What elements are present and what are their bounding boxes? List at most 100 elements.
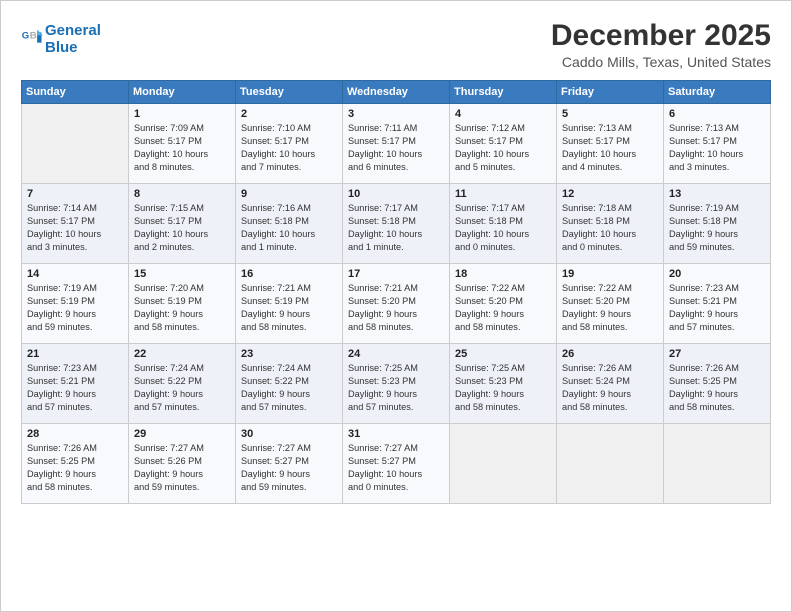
day-detail: Sunrise: 7:16 AMSunset: 5:18 PMDaylight:… bbox=[241, 202, 337, 254]
logo-icon: G B bbox=[21, 28, 43, 50]
day-detail: Sunrise: 7:20 AMSunset: 5:19 PMDaylight:… bbox=[134, 282, 230, 334]
day-number: 15 bbox=[134, 268, 230, 280]
day-number: 24 bbox=[348, 348, 444, 360]
calendar-page: G B General Blue December 2025 Caddo Mil… bbox=[0, 0, 792, 612]
day-header-friday: Friday bbox=[557, 81, 664, 104]
day-number: 14 bbox=[27, 268, 123, 280]
day-detail: Sunrise: 7:14 AMSunset: 5:17 PMDaylight:… bbox=[27, 202, 123, 254]
calendar-cell: 23 Sunrise: 7:24 AMSunset: 5:22 PMDayligh… bbox=[236, 344, 343, 424]
day-number: 22 bbox=[134, 348, 230, 360]
day-number: 7 bbox=[27, 188, 123, 200]
calendar-cell: 19 Sunrise: 7:22 AMSunset: 5:20 PMDayligh… bbox=[557, 264, 664, 344]
main-title: December 2025 bbox=[551, 19, 771, 52]
day-number: 1 bbox=[134, 108, 230, 120]
day-detail: Sunrise: 7:22 AMSunset: 5:20 PMDaylight:… bbox=[562, 282, 658, 334]
day-detail: Sunrise: 7:22 AMSunset: 5:20 PMDaylight:… bbox=[455, 282, 551, 334]
day-header-wednesday: Wednesday bbox=[343, 81, 450, 104]
day-detail: Sunrise: 7:26 AMSunset: 5:25 PMDaylight:… bbox=[27, 442, 123, 494]
day-number: 8 bbox=[134, 188, 230, 200]
day-detail: Sunrise: 7:13 AMSunset: 5:17 PMDaylight:… bbox=[669, 122, 765, 174]
day-detail: Sunrise: 7:25 AMSunset: 5:23 PMDaylight:… bbox=[455, 362, 551, 414]
day-detail: Sunrise: 7:24 AMSunset: 5:22 PMDaylight:… bbox=[241, 362, 337, 414]
day-detail: Sunrise: 7:11 AMSunset: 5:17 PMDaylight:… bbox=[348, 122, 444, 174]
calendar-cell: 27 Sunrise: 7:26 AMSunset: 5:25 PMDayligh… bbox=[664, 344, 771, 424]
calendar-cell: 30Sunrise: 7:27 AMSunset: 5:27 PMDayligh… bbox=[236, 424, 343, 504]
day-number: 27 bbox=[669, 348, 765, 360]
calendar-cell: 20 Sunrise: 7:23 AMSunset: 5:21 PMDayligh… bbox=[664, 264, 771, 344]
day-number: 17 bbox=[348, 268, 444, 280]
calendar-table: SundayMondayTuesdayWednesdayThursdayFrid… bbox=[21, 80, 771, 504]
day-number: 4 bbox=[455, 108, 551, 120]
day-number: 21 bbox=[27, 348, 123, 360]
calendar-cell: 26 Sunrise: 7:26 AMSunset: 5:24 PMDayligh… bbox=[557, 344, 664, 424]
day-header-thursday: Thursday bbox=[450, 81, 557, 104]
day-number: 9 bbox=[241, 188, 337, 200]
day-header-saturday: Saturday bbox=[664, 81, 771, 104]
calendar-week-2: 7 Sunrise: 7:14 AMSunset: 5:17 PMDaylight… bbox=[22, 184, 771, 264]
day-detail: Sunrise: 7:19 AMSunset: 5:18 PMDaylight:… bbox=[669, 202, 765, 254]
day-number: 25 bbox=[455, 348, 551, 360]
day-number: 19 bbox=[562, 268, 658, 280]
logo-general: General bbox=[45, 22, 101, 39]
day-header-monday: Monday bbox=[129, 81, 236, 104]
day-detail: Sunrise: 7:15 AMSunset: 5:17 PMDaylight:… bbox=[134, 202, 230, 254]
day-detail: Sunrise: 7:17 AMSunset: 5:18 PMDaylight:… bbox=[455, 202, 551, 254]
title-block: December 2025 Caddo Mills, Texas, United… bbox=[551, 19, 771, 70]
calendar-cell bbox=[450, 424, 557, 504]
calendar-week-3: 14 Sunrise: 7:19 AMSunset: 5:19 PMDayligh… bbox=[22, 264, 771, 344]
day-detail: Sunrise: 7:25 AMSunset: 5:23 PMDaylight:… bbox=[348, 362, 444, 414]
day-number: 26 bbox=[562, 348, 658, 360]
calendar-header-row: SundayMondayTuesdayWednesdayThursdayFrid… bbox=[22, 81, 771, 104]
day-number: 2 bbox=[241, 108, 337, 120]
day-number: 16 bbox=[241, 268, 337, 280]
day-number: 18 bbox=[455, 268, 551, 280]
day-number: 5 bbox=[562, 108, 658, 120]
calendar-cell: 17 Sunrise: 7:21 AMSunset: 5:20 PMDayligh… bbox=[343, 264, 450, 344]
day-number: 23 bbox=[241, 348, 337, 360]
day-detail: Sunrise: 7:19 AMSunset: 5:19 PMDaylight:… bbox=[27, 282, 123, 334]
day-number: 31 bbox=[348, 428, 444, 440]
subtitle: Caddo Mills, Texas, United States bbox=[551, 54, 771, 70]
calendar-cell: 1 Sunrise: 7:09 AMSunset: 5:17 PMDaylight… bbox=[129, 104, 236, 184]
day-detail: Sunrise: 7:17 AMSunset: 5:18 PMDaylight:… bbox=[348, 202, 444, 254]
calendar-cell: 15 Sunrise: 7:20 AMSunset: 5:19 PMDayligh… bbox=[129, 264, 236, 344]
calendar-cell: 13Sunrise: 7:19 AMSunset: 5:18 PMDayligh… bbox=[664, 184, 771, 264]
day-detail: Sunrise: 7:09 AMSunset: 5:17 PMDaylight:… bbox=[134, 122, 230, 174]
day-detail: Sunrise: 7:21 AMSunset: 5:20 PMDaylight:… bbox=[348, 282, 444, 334]
calendar-cell: 29Sunrise: 7:27 AMSunset: 5:26 PMDayligh… bbox=[129, 424, 236, 504]
calendar-cell: 11 Sunrise: 7:17 AMSunset: 5:18 PMDayligh… bbox=[450, 184, 557, 264]
calendar-week-1: 1 Sunrise: 7:09 AMSunset: 5:17 PMDaylight… bbox=[22, 104, 771, 184]
day-detail: Sunrise: 7:23 AMSunset: 5:21 PMDaylight:… bbox=[27, 362, 123, 414]
day-detail: Sunrise: 7:23 AMSunset: 5:21 PMDaylight:… bbox=[669, 282, 765, 334]
calendar-cell: 22Sunrise: 7:24 AMSunset: 5:22 PMDayligh… bbox=[129, 344, 236, 424]
day-number: 3 bbox=[348, 108, 444, 120]
day-detail: Sunrise: 7:12 AMSunset: 5:17 PMDaylight:… bbox=[455, 122, 551, 174]
calendar-cell: 12Sunrise: 7:18 AMSunset: 5:18 PMDayligh… bbox=[557, 184, 664, 264]
calendar-cell: 8 Sunrise: 7:15 AMSunset: 5:17 PMDaylight… bbox=[129, 184, 236, 264]
svg-text:G: G bbox=[22, 30, 29, 41]
calendar-cell bbox=[22, 104, 129, 184]
calendar-cell: 6Sunrise: 7:13 AMSunset: 5:17 PMDaylight… bbox=[664, 104, 771, 184]
day-detail: Sunrise: 7:18 AMSunset: 5:18 PMDaylight:… bbox=[562, 202, 658, 254]
day-number: 11 bbox=[455, 188, 551, 200]
calendar-cell: 3 Sunrise: 7:11 AMSunset: 5:17 PMDaylight… bbox=[343, 104, 450, 184]
day-detail: Sunrise: 7:27 AMSunset: 5:27 PMDaylight:… bbox=[241, 442, 337, 494]
day-number: 20 bbox=[669, 268, 765, 280]
day-number: 29 bbox=[134, 428, 230, 440]
svg-text:B: B bbox=[30, 30, 37, 41]
calendar-cell: 28 Sunrise: 7:26 AMSunset: 5:25 PMDayligh… bbox=[22, 424, 129, 504]
logo: G B General Blue bbox=[21, 23, 101, 56]
calendar-cell bbox=[557, 424, 664, 504]
calendar-week-5: 28 Sunrise: 7:26 AMSunset: 5:25 PMDayligh… bbox=[22, 424, 771, 504]
day-detail: Sunrise: 7:13 AMSunset: 5:17 PMDaylight:… bbox=[562, 122, 658, 174]
day-header-tuesday: Tuesday bbox=[236, 81, 343, 104]
day-detail: Sunrise: 7:26 AMSunset: 5:24 PMDaylight:… bbox=[562, 362, 658, 414]
day-detail: Sunrise: 7:26 AMSunset: 5:25 PMDaylight:… bbox=[669, 362, 765, 414]
calendar-cell: 7 Sunrise: 7:14 AMSunset: 5:17 PMDaylight… bbox=[22, 184, 129, 264]
day-detail: Sunrise: 7:10 AMSunset: 5:17 PMDaylight:… bbox=[241, 122, 337, 174]
calendar-cell: 31Sunrise: 7:27 AMSunset: 5:27 PMDayligh… bbox=[343, 424, 450, 504]
calendar-cell: 14 Sunrise: 7:19 AMSunset: 5:19 PMDayligh… bbox=[22, 264, 129, 344]
day-number: 28 bbox=[27, 428, 123, 440]
calendar-cell: 5 Sunrise: 7:13 AMSunset: 5:17 PMDaylight… bbox=[557, 104, 664, 184]
logo-text: General Blue bbox=[45, 23, 101, 56]
